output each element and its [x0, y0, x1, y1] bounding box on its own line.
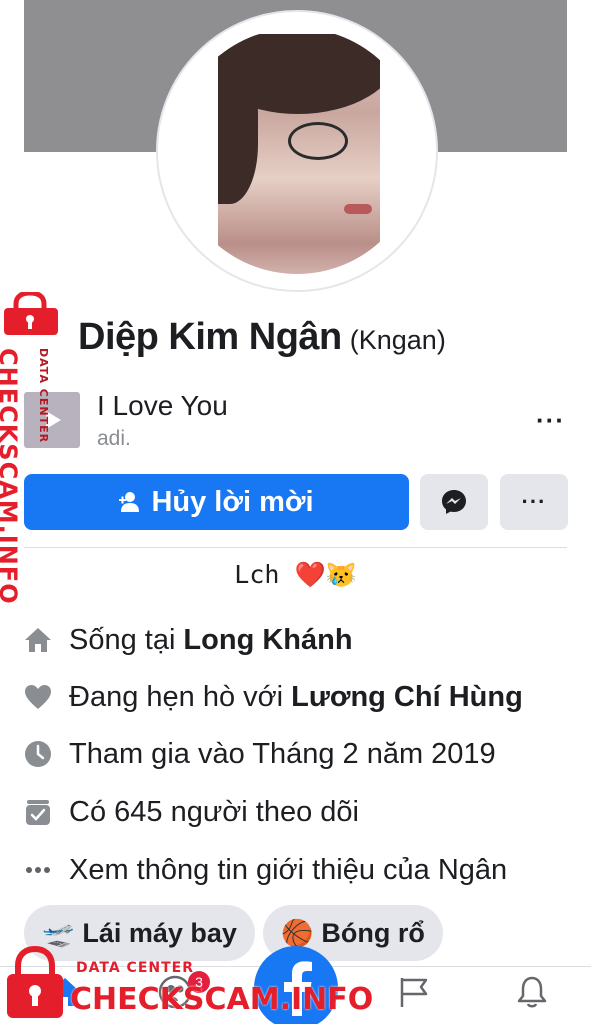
music-thumbnail[interactable]: [24, 392, 80, 448]
info-row-followers[interactable]: Có 645 người theo dõi: [24, 792, 359, 832]
divider: [24, 547, 567, 548]
clock-icon: [24, 740, 52, 768]
cancel-request-label: Hủy lời mời: [151, 485, 314, 518]
profile-name: Diệp Kim Ngân: [78, 316, 342, 358]
watermark-site: CHECKSCAM.INFO: [70, 982, 374, 1017]
watermark-vertical: CHECKSCAM.INFO: [0, 348, 22, 605]
info-row-relationship[interactable]: Đang hẹn hò với Lương Chí Hùng: [24, 677, 523, 717]
watermark-vertical-tag: DATA CENTER: [37, 348, 50, 444]
cancel-request-button[interactable]: Hủy lời mời: [24, 474, 409, 530]
bell-icon: [517, 976, 547, 1008]
info-row-see-about[interactable]: Xem thông tin giới thiệu của Ngân: [24, 850, 507, 890]
profile-name-row: Diệp Kim Ngân (Kngan): [78, 316, 446, 366]
followers-icon: [24, 798, 52, 826]
airplane-icon: 🛫: [42, 917, 75, 948]
info-row-joined: Tham gia vào Tháng 2 năm 2019: [24, 734, 496, 774]
avatar-photo: [218, 34, 380, 274]
watermark-tag: DATA CENTER: [76, 960, 194, 976]
profile-bio: Lch ❤️😿: [234, 560, 357, 589]
ellipsis-icon: [24, 856, 52, 884]
watermark-lock-icon-bottom: [7, 946, 63, 1018]
info-row-hometown[interactable]: Sống tại Long Khánh: [24, 620, 353, 660]
heart-icon: [24, 683, 52, 711]
music-title[interactable]: I Love You: [97, 390, 228, 422]
music-more-button[interactable]: ···: [536, 405, 565, 436]
user-plus-icon: [119, 491, 143, 513]
profile-more-button[interactable]: ···: [500, 474, 568, 530]
messenger-icon: [442, 490, 466, 514]
flag-icon: [400, 978, 428, 1007]
avatar: [174, 28, 420, 274]
basketball-icon: 🏀: [281, 917, 314, 948]
tab-notifications[interactable]: [516, 975, 548, 1014]
watermark-lock-icon: [4, 292, 58, 335]
messenger-button[interactable]: [420, 474, 488, 530]
profile-picture[interactable]: [156, 10, 438, 292]
home-icon: [24, 626, 52, 654]
tab-pages[interactable]: [398, 975, 430, 1014]
profile-nickname: (Kngan): [349, 325, 446, 355]
music-artist: adi.: [97, 427, 131, 450]
